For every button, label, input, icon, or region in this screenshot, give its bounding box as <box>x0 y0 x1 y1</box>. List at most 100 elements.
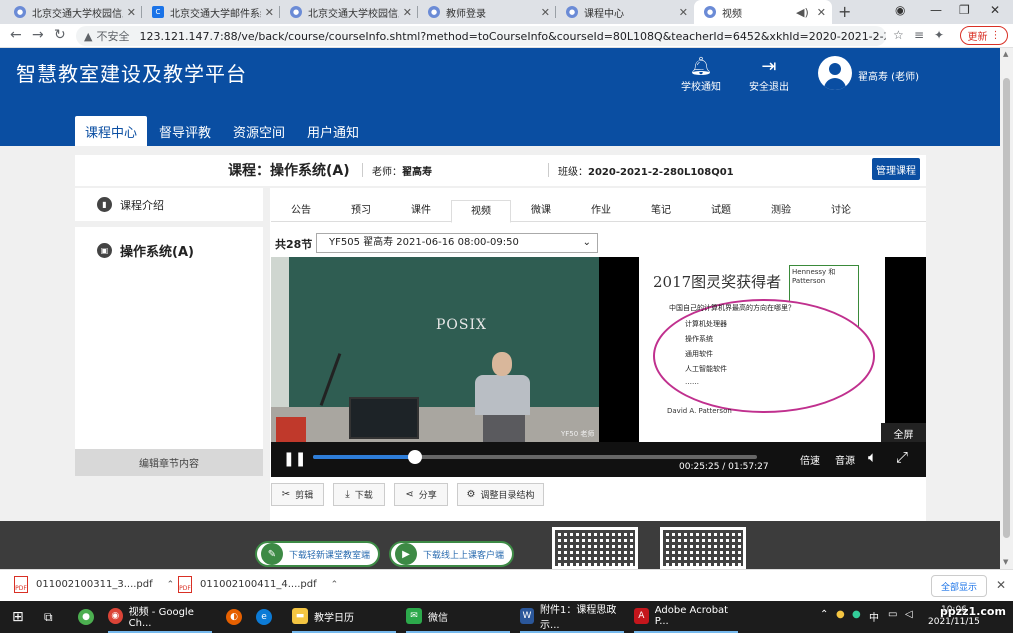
nav-course-center[interactable]: 课程中心 <box>75 116 148 146</box>
start-button[interactable]: ⊞ <box>12 601 24 633</box>
avatar[interactable] <box>818 56 852 90</box>
browser-tab[interactable]: ● 课程中心 ✕ <box>556 0 694 24</box>
update-button[interactable]: 更新 ⋮ <box>960 26 1008 45</box>
camera-feed: POSIX YF50 老师 <box>271 257 599 442</box>
download-online-client-link[interactable]: ▶ 下载线上上课客户端 <box>389 541 515 567</box>
chevron-up-icon[interactable]: ⌃ <box>331 580 339 590</box>
user-name[interactable]: 翟高寿 (老师) <box>858 68 919 83</box>
browser-tab[interactable]: C 北京交通大学邮件系统 ✕ <box>142 0 280 24</box>
close-icon[interactable]: ✕ <box>403 6 412 19</box>
close-icon[interactable]: ✕ <box>817 6 826 19</box>
taskbar-chrome[interactable]: ◉ 视频 - Google Ch... <box>108 601 212 633</box>
close-icon[interactable]: ✕ <box>679 6 688 19</box>
nav-evaluation[interactable]: 督导评教 <box>149 116 221 146</box>
progress-bar[interactable] <box>313 450 757 464</box>
download-item[interactable]: PDF 011002100411_4....pdf ⌃ <box>178 576 338 593</box>
taskbar-folder[interactable]: ▬ 教学日历 <box>292 601 396 633</box>
page-scrollbar[interactable]: ▲ ▼ <box>1000 48 1013 569</box>
chevron-up-icon[interactable]: ⌃ <box>167 580 175 590</box>
warning-icon[interactable]: ▲ <box>84 30 92 43</box>
tab-notes[interactable]: 笔记 <box>631 200 691 221</box>
site-logo[interactable]: 智慧教室建设及教学平台 <box>16 58 247 87</box>
taskbar-app[interactable]: ● <box>78 601 100 633</box>
task-view-button[interactable]: ⧉ <box>44 601 53 633</box>
tab-quiz[interactable]: 测验 <box>751 200 811 221</box>
video-controls: ❚❚ 00:25:25 / 01:57:27 倍速 音源 🔈︎ ⤢ <box>271 442 926 477</box>
task-view-icon: ⧉ <box>44 609 53 624</box>
close-icon[interactable]: ✕ <box>265 6 274 19</box>
address-bar[interactable]: ▲ 不安全 123.121.147.7:88/ve/back/course/co… <box>76 26 886 46</box>
browser-tab[interactable]: ● 北京交通大学校园信息门 ✕ <box>4 0 142 24</box>
tab-questions[interactable]: 试题 <box>691 200 751 221</box>
main-nav: 课程中心 督导评教 资源空间 用户通知 <box>75 116 371 146</box>
speed-button[interactable]: 倍速 <box>800 452 820 467</box>
extensions-icon[interactable]: ✦ <box>934 28 944 42</box>
clip-button[interactable]: ✂ 剪辑 <box>271 483 324 506</box>
sidebar-course-item[interactable]: ▣ 操作系统(A) <box>97 241 194 260</box>
manage-course-button[interactable]: 管理课程 <box>872 158 920 180</box>
tray-app-icon[interactable]: ● <box>852 609 861 620</box>
tab-homework[interactable]: 作业 <box>571 200 631 221</box>
close-window-button[interactable]: ✕ <box>990 3 1000 17</box>
speaker-icon[interactable]: ◀) <box>796 6 809 19</box>
nav-user-notice[interactable]: 用户通知 <box>297 116 369 146</box>
logout-button[interactable]: ⇥ 安全退出 <box>744 56 794 93</box>
close-icon[interactable]: ✕ <box>127 6 136 19</box>
edit-chapters-button[interactable]: 编辑章节内容 <box>75 449 263 476</box>
volume-icon[interactable]: ◁ <box>905 609 913 620</box>
network-icon[interactable]: ▭ <box>888 609 897 620</box>
tab-video[interactable]: 视频 <box>451 200 511 223</box>
show-all-downloads-button[interactable]: 全部显示 <box>931 575 987 597</box>
download-classroom-client-link[interactable]: ✎ 下载轻新课堂教室端 <box>255 541 381 567</box>
close-icon[interactable]: ✕ <box>996 578 1006 592</box>
tray-app-icon[interactable]: ● <box>836 609 845 620</box>
adjust-catalog-button[interactable]: ⚙ 调整目录结构 <box>457 483 544 506</box>
pause-button[interactable]: ❚❚ <box>283 451 306 467</box>
fullscreen-icon[interactable]: ⤢ <box>896 448 908 466</box>
tab-discussion[interactable]: 讨论 <box>811 200 871 221</box>
download-button[interactable]: ⤓ 下载 <box>333 483 385 506</box>
scroll-down-icon[interactable]: ▼ <box>1003 558 1008 566</box>
scroll-thumb[interactable] <box>1003 78 1010 538</box>
forward-button[interactable]: → <box>32 27 44 43</box>
edit-icon: ✎ <box>261 543 283 565</box>
download-item[interactable]: PDF 011002100311_3....pdf ⌃ <box>14 576 174 593</box>
school-notice-button[interactable]: 🔔︎ 学校通知 <box>676 56 726 93</box>
fullscreen-tooltip: 全屏 <box>881 423 926 443</box>
share-button[interactable]: ⋖ 分享 <box>394 483 448 506</box>
course-intro-link[interactable]: ▮ 课程介绍 <box>75 188 263 221</box>
taskbar-wechat[interactable]: ✉ 微信 <box>406 601 510 633</box>
browser-tab[interactable]: ● 教师登录 ✕ <box>418 0 556 24</box>
tab-preview[interactable]: 预习 <box>331 200 391 221</box>
taskbar-word[interactable]: W 附件1：课程思政示... <box>520 601 624 633</box>
taskbar-acrobat[interactable]: A Adobe Acrobat P... <box>634 601 738 633</box>
session-select[interactable]: YF505 翟高寿 2021-06-16 08:00-09:50 ⌄ <box>316 233 598 253</box>
volume-icon[interactable]: 🔈︎ <box>868 448 877 466</box>
scroll-up-icon[interactable]: ▲ <box>1003 50 1008 58</box>
nav-resources[interactable]: 资源空间 <box>223 116 295 146</box>
tab-courseware[interactable]: 课件 <box>391 200 451 221</box>
progress-thumb[interactable] <box>408 450 423 464</box>
tab-micro-lesson[interactable]: 微课 <box>511 200 571 221</box>
taskbar-edge[interactable]: e <box>256 601 278 633</box>
bookmark-star-icon[interactable]: ☆ <box>893 28 904 42</box>
back-button[interactable]: ← <box>10 27 22 43</box>
globe-icon: ● <box>290 6 302 18</box>
tray-chevron-icon[interactable]: ⌃ <box>820 609 828 620</box>
taskbar-firefox[interactable]: ◐ <box>226 601 248 633</box>
close-icon[interactable]: ✕ <box>541 6 550 19</box>
minimize-button[interactable]: — <box>930 3 942 17</box>
site-footer: ✎ 下载轻新课堂教室端 ▶ 下载线上上课客户端 <box>0 521 1000 569</box>
new-tab-button[interactable]: + <box>838 2 851 21</box>
browser-tab[interactable]: ● 北京交通大学校园信息门 ✕ <box>280 0 418 24</box>
profile-icon[interactable]: ◉ <box>895 3 905 17</box>
video-player[interactable]: POSIX YF50 老师 2017图灵奖获得者 Hennessy 和 Patt… <box>271 257 926 477</box>
reading-list-icon[interactable]: ≡ <box>914 28 924 42</box>
tab-announcement[interactable]: 公告 <box>271 200 331 221</box>
maximize-button[interactable]: ❐ <box>959 3 970 17</box>
browser-tab-active[interactable]: ● 视频 ◀) ✕ <box>694 0 832 24</box>
sub-tabs: 公告 预习 课件 视频 微课 作业 笔记 试题 测验 讨论 <box>271 200 926 223</box>
reload-button[interactable]: ↻ <box>54 27 66 43</box>
audio-source-button[interactable]: 音源 <box>835 452 855 467</box>
ime-indicator[interactable]: 中 <box>869 609 879 624</box>
